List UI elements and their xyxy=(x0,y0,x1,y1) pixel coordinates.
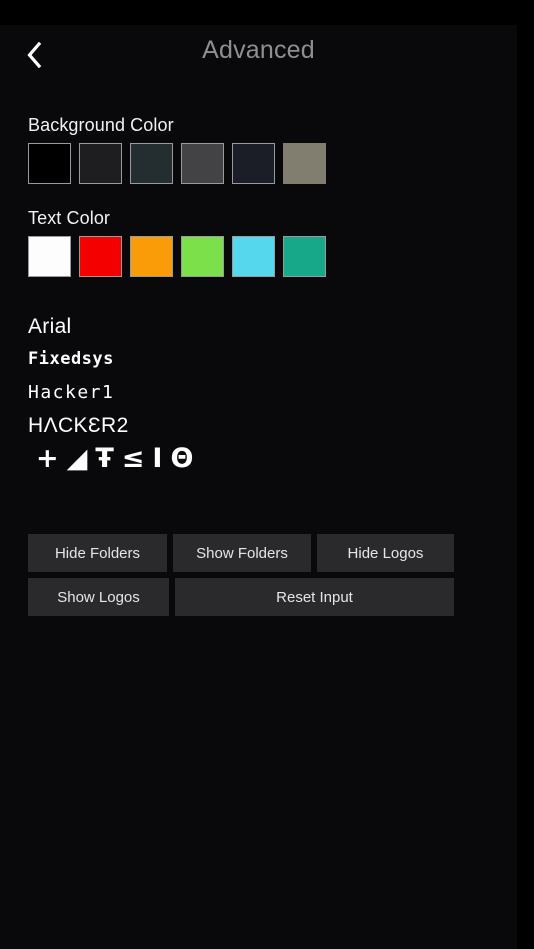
font-option-fixedsys[interactable]: Fixedsys xyxy=(28,343,448,376)
swatch-teal[interactable] xyxy=(283,236,326,277)
swatch-cyan[interactable] xyxy=(232,236,275,277)
font-option-arial[interactable]: Arial xyxy=(28,310,448,343)
font-option-symbol[interactable]: +◢Ŧ≤ⅠΘ xyxy=(28,442,448,475)
action-button-area: Hide Folders Show Folders Hide Logos Sho… xyxy=(28,534,454,622)
font-option-list: Arial Fixedsys Hacker1 HΛCKƐR2 +◢Ŧ≤ⅠΘ xyxy=(28,310,448,475)
font-option-hacker1[interactable]: Hacker1 xyxy=(28,376,448,409)
show-folders-button[interactable]: Show Folders xyxy=(172,534,311,572)
status-bar xyxy=(0,0,534,25)
hide-logos-button[interactable]: Hide Logos xyxy=(316,534,454,572)
swatch-orange[interactable] xyxy=(130,236,173,277)
swatch-slate[interactable] xyxy=(130,143,173,184)
reset-input-button[interactable]: Reset Input xyxy=(175,578,454,616)
show-logos-button[interactable]: Show Logos xyxy=(28,578,169,616)
swatch-gray[interactable] xyxy=(181,143,224,184)
swatch-tan[interactable] xyxy=(283,143,326,184)
header-bar: Advanced xyxy=(0,25,517,87)
swatch-black[interactable] xyxy=(28,143,71,184)
font-option-hacker2[interactable]: HΛCKƐR2 xyxy=(28,409,448,442)
text-color-label: Text Color xyxy=(28,208,111,228)
hide-folders-button[interactable]: Hide Folders xyxy=(28,534,167,572)
action-button-row-1: Hide Folders Show Folders Hide Logos xyxy=(28,534,454,572)
swatch-white[interactable] xyxy=(28,236,71,277)
background-color-label: Background Color xyxy=(28,115,174,135)
swatch-red[interactable] xyxy=(79,236,122,277)
action-button-row-2: Show Logos Reset Input xyxy=(28,578,454,616)
advanced-settings-screen: Advanced Background Color Text Color Ari… xyxy=(0,0,534,949)
text-color-swatch-row xyxy=(28,236,326,277)
swatch-navy[interactable] xyxy=(232,143,275,184)
swatch-dark-gray[interactable] xyxy=(79,143,122,184)
background-color-swatch-row xyxy=(28,143,326,184)
page-title: Advanced xyxy=(202,36,315,64)
swatch-green[interactable] xyxy=(181,236,224,277)
